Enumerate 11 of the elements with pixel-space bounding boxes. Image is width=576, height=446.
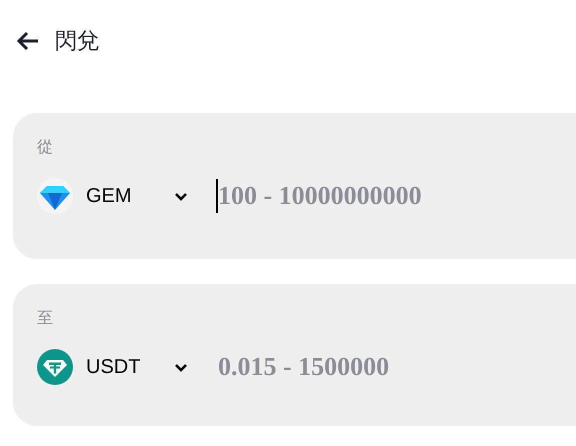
amount-field[interactable]: 100 - 10000000000: [216, 179, 548, 213]
chevron-down-icon[interactable]: [174, 192, 188, 200]
amount-field[interactable]: 0.015 - 1500000: [218, 350, 548, 384]
field-label: 至: [37, 308, 53, 329]
back-arrow-icon[interactable]: [16, 31, 40, 51]
chevron-down-icon[interactable]: [174, 362, 188, 372]
token-select[interactable]: GEM: [86, 184, 168, 208]
coin-icon: [37, 349, 73, 385]
field-label: 從: [37, 137, 53, 158]
token-select[interactable]: USDT: [86, 356, 168, 378]
page-title: 閃兌: [55, 28, 99, 56]
